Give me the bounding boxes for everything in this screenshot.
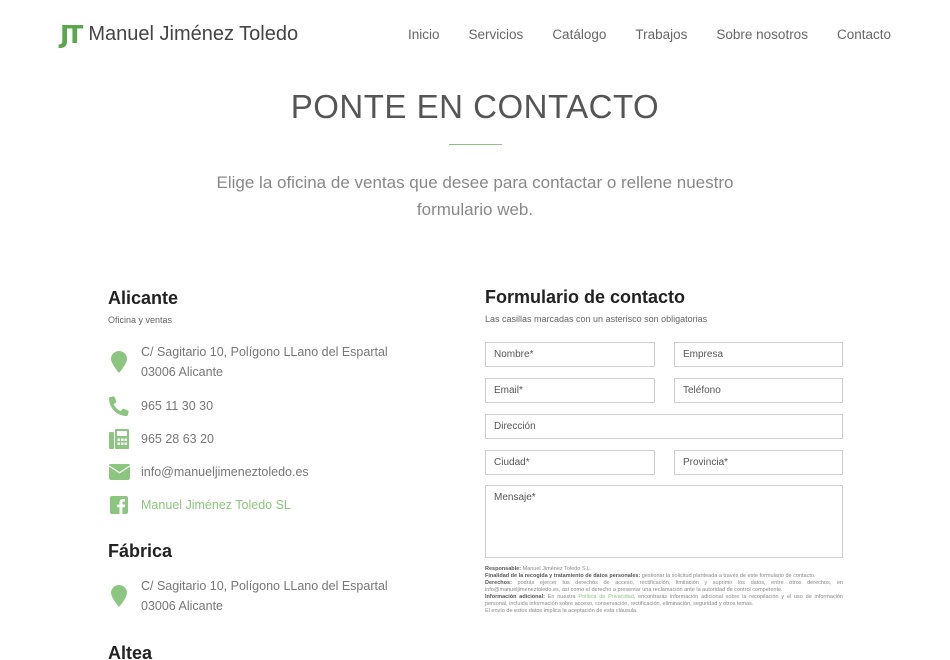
map-marker-icon <box>108 585 130 607</box>
provincia-input[interactable] <box>674 450 843 475</box>
alicante-email: info@manueljimeneztoledo.es <box>108 461 408 483</box>
legal-text: El envío de estos datos implica la acept… <box>485 608 638 614</box>
alicante-address: C/ Sagitario 10, Polígono LLano del Espa… <box>108 342 408 382</box>
mensaje-textarea[interactable] <box>485 485 843 558</box>
telefono-input[interactable] <box>674 378 843 403</box>
office-title-fabrica: Fábrica <box>108 541 173 561</box>
direccion-input[interactable] <box>485 414 843 439</box>
legal-text: En nuestra <box>544 594 579 600</box>
logo[interactable]: JT Manuel Jiménez Toledo <box>60 22 298 47</box>
nav-item-contacto[interactable]: Contacto <box>837 27 891 42</box>
nav-item-trabajos[interactable]: Trabajos <box>635 27 687 42</box>
nav-item-catalogo[interactable]: Catálogo <box>552 27 606 42</box>
email-address[interactable]: info@manueljimeneztoledo.es <box>141 462 309 482</box>
phone-number[interactable]: 965 11 30 30 <box>141 396 213 416</box>
logo-name: Manuel Jiménez Toledo <box>88 23 299 45</box>
office-title-alicante: Alicante <box>108 288 179 308</box>
legal-text: Manuel Jiménez Toledo S.L. <box>521 566 592 572</box>
fax-icon <box>108 428 130 450</box>
address-line1: C/ Sagitario 10, Polígono LLano del Espa… <box>141 345 388 359</box>
page-subtitle: Elige la oficina de ventas que desee par… <box>216 173 734 219</box>
phone-icon <box>108 395 130 417</box>
title-divider <box>449 144 502 145</box>
facebook-icon <box>108 494 130 516</box>
address-line2: 03006 Alicante <box>141 365 224 379</box>
alicante-fax: 965 28 63 20 <box>108 428 408 450</box>
logo-mark: JT <box>60 20 83 49</box>
legal-text: gestionar la solicitud planteada a travé… <box>640 573 816 579</box>
office-subtitle-alicante: Oficina y ventas <box>108 315 173 325</box>
site-header: JT Manuel Jiménez Toledo Inicio Servicio… <box>0 0 950 70</box>
legal-label: Responsable: <box>485 566 522 572</box>
address-line1: C/ Sagitario 10, Polígono LLano del Espa… <box>141 579 388 593</box>
ciudad-input[interactable] <box>485 450 655 475</box>
alicante-facebook: Manuel Jiménez Toledo SL <box>108 494 408 516</box>
nombre-input[interactable] <box>485 342 655 367</box>
legal-label: Derechos: <box>485 580 512 586</box>
nav-item-servicios[interactable]: Servicios <box>469 27 524 42</box>
legal-label: Información adicional: <box>485 594 545 600</box>
legal-label: Finalidad de la recogida y tratamiento d… <box>485 573 641 579</box>
envelope-icon <box>108 461 130 483</box>
nav-item-sobre-nosotros[interactable]: Sobre nosotros <box>716 27 808 42</box>
email-input[interactable] <box>485 378 655 403</box>
legal-text: podrás ejercer tus derechos de acceso, r… <box>485 580 843 593</box>
office-title-altea: Altea <box>108 643 153 660</box>
form-title: Formulario de contacto <box>485 287 686 307</box>
fax-number: 965 28 63 20 <box>141 432 214 446</box>
form-subtitle: Las casillas marcadas con un asterisco s… <box>485 314 708 324</box>
privacy-policy-link[interactable]: Política de Privacidad <box>578 594 633 600</box>
empresa-input[interactable] <box>674 342 843 367</box>
privacy-notice: Responsable: Manuel Jiménez Toledo S.L. … <box>485 566 843 615</box>
page-title: PONTE EN CONTACTO <box>290 88 660 125</box>
nav-item-inicio[interactable]: Inicio <box>408 27 440 42</box>
address-line2: 03006 Alicante <box>141 599 224 613</box>
alicante-phone: 965 11 30 30 <box>108 395 408 417</box>
map-marker-icon <box>108 351 130 373</box>
facebook-link[interactable]: Manuel Jiménez Toledo SL <box>141 495 291 515</box>
main-nav: Inicio Servicios Catálogo Trabajos Sobre… <box>379 27 891 42</box>
fabrica-address: C/ Sagitario 10, Polígono LLano del Espa… <box>108 576 408 616</box>
